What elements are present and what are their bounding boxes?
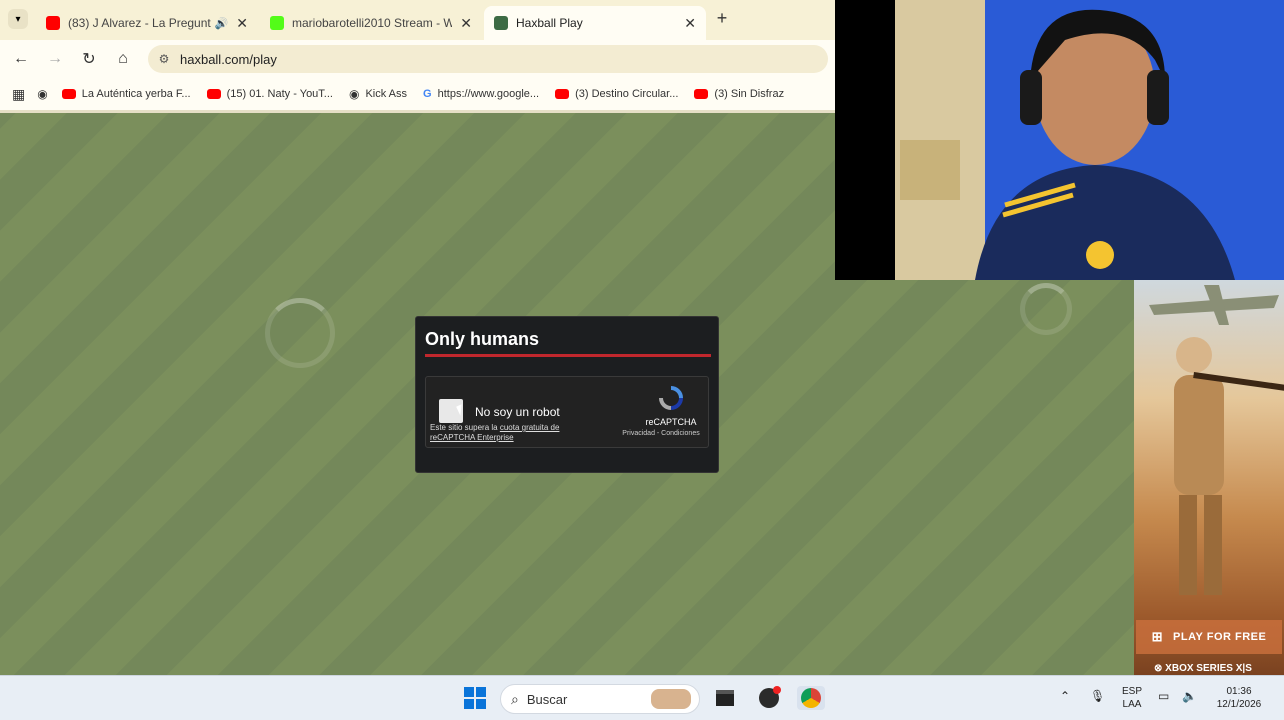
bookmark-item[interactable]: (3) Sin Disfraz (694, 88, 784, 100)
bookmark-item[interactable]: La Auténtica yerba F... (61, 88, 191, 100)
note-text: Este sitio supera la (430, 423, 498, 432)
xbox-logo-icon: ⊗ (1154, 663, 1163, 674)
youtube-icon (61, 89, 76, 99)
tab-youtube[interactable]: (83) J Alvarez - La Pregunta 🔊 ✕ (36, 6, 258, 40)
start-button-icon[interactable] (463, 686, 487, 710)
keyboard-layout: LAA (1122, 699, 1142, 710)
bookmark-label: (3) Sin Disfraz (714, 88, 785, 100)
tab-title: Haxball Play (516, 16, 583, 30)
ad-artwork (1149, 285, 1284, 595)
ad-button-label: PLAY FOR FREE (1173, 631, 1267, 643)
checkbox-label: No soy un robot (475, 405, 560, 419)
dialog-title: Only humans (425, 329, 540, 349)
taskbar-search-box[interactable]: ⌕ Buscar (500, 684, 700, 714)
network-icon[interactable]: ▭ (1158, 690, 1169, 703)
forward-icon[interactable]: → (38, 44, 72, 74)
bookmarks-bar: ▦ ◉ La Auténtica yerba F... (15) 01. Nat… (0, 78, 835, 110)
obs-icon[interactable] (757, 686, 781, 710)
loading-spinner (265, 298, 335, 368)
language-indicator[interactable]: ESP LAA (1118, 685, 1146, 711)
bookmark-label: Kick Ass (365, 88, 408, 100)
microphone-icon[interactable]: 🎙 (1090, 690, 1105, 703)
search-placeholder: Buscar (526, 691, 568, 707)
reload-icon[interactable]: ↻ (72, 44, 106, 74)
webcam-overlay (835, 0, 1284, 280)
bookmark-item[interactable]: Ghttps://www.google... (423, 88, 539, 100)
youtube-icon (46, 16, 60, 30)
new-tab-button[interactable]: + (712, 8, 732, 30)
speaker-icon[interactable]: 🔊 (215, 17, 229, 30)
title-underline (425, 354, 711, 357)
advertisement[interactable]: ⊞ PLAY FOR FREE ⊗ XBOX SERIES X|S (1134, 280, 1284, 675)
tab-title: mariobarotelli2010 Stream - W (292, 16, 453, 30)
bookmark-label: https://www.google... (437, 88, 540, 100)
captcha-note: Este sitio supera la cuota gratuita de r… (430, 423, 580, 443)
youtube-icon (694, 89, 709, 99)
webcam-video (895, 0, 1284, 280)
close-tab-icon[interactable]: ✕ (236, 15, 248, 32)
search-icon: ⌕ (511, 690, 519, 707)
bookmark-item[interactable]: (3) Destino Circular... (555, 88, 678, 100)
youtube-icon (555, 89, 570, 99)
recaptcha-links[interactable]: Privacidad - Condiciones (611, 430, 711, 437)
site-settings-icon[interactable]: ⚙ (148, 52, 180, 66)
windows-taskbar: ⌕ Buscar ⌃ 🎙 ESP LAA ▭ 🔈 01:36 12/1/2026 (0, 675, 1284, 720)
recaptcha-widget: No soy un robot Este sitio supera la cuo… (425, 376, 709, 448)
bookmark-label: (15) 01. Naty - YouT... (226, 88, 333, 100)
globe-icon[interactable]: ◉ (37, 87, 47, 101)
recaptcha-brand: reCAPTCHA (645, 417, 697, 427)
kick-icon (270, 16, 284, 30)
tab-haxball[interactable]: Haxball Play ✕ (484, 6, 706, 40)
browser-tab-bar: ▾ (83) J Alvarez - La Pregunta 🔊 ✕ mario… (0, 0, 835, 40)
close-tab-icon[interactable]: ✕ (460, 15, 472, 32)
file-explorer-icon[interactable] (713, 686, 737, 710)
search-highlight-icon (651, 689, 691, 709)
captcha-dialog: Only humans No soy un robot Este sitio s… (415, 316, 719, 473)
globe-icon: ◉ (348, 87, 360, 101)
language-code: ESP (1121, 686, 1142, 697)
chrome-icon[interactable] (797, 686, 825, 710)
google-icon: G (423, 88, 432, 100)
tab-list-chevron-icon[interactable]: ▾ (8, 9, 28, 29)
xbox-platform-text: XBOX SERIES X|S (1165, 663, 1252, 674)
close-tab-icon[interactable]: ✕ (684, 15, 696, 32)
bookmark-label: (3) Destino Circular... (575, 88, 679, 100)
clock-date: 12/1/2026 (1216, 699, 1262, 710)
windows-logo-icon: ⊞ (1151, 629, 1164, 644)
apps-grid-icon[interactable]: ▦ (12, 86, 25, 103)
recaptcha-logo-icon (659, 386, 683, 410)
youtube-icon (206, 89, 221, 99)
browser-toolbar: ← → ↻ ⌂ ⚙ haxball.com/play (0, 40, 835, 78)
tab-kick[interactable]: mariobarotelli2010 Stream - W ✕ (260, 6, 482, 40)
address-bar[interactable]: ⚙ haxball.com/play (148, 45, 828, 73)
url-text: haxball.com/play (180, 51, 277, 67)
show-hidden-icons-chevron-icon[interactable]: ⌃ (1060, 690, 1070, 703)
volume-icon[interactable]: 🔈 (1182, 690, 1197, 703)
xbox-platform-label: ⊗ XBOX SERIES X|S (1154, 663, 1252, 674)
back-icon[interactable]: ← (4, 44, 38, 74)
haxball-icon (494, 16, 508, 30)
play-for-free-button[interactable]: ⊞ PLAY FOR FREE (1136, 620, 1282, 654)
tab-title: (83) J Alvarez - La Pregunta (68, 16, 211, 30)
home-icon[interactable]: ⌂ (106, 44, 140, 74)
bookmark-item[interactable]: (15) 01. Naty - YouT... (206, 88, 333, 100)
clock-time: 01:36 (1226, 686, 1252, 697)
clock[interactable]: 01:36 12/1/2026 (1206, 685, 1272, 711)
bookmark-item[interactable]: ◉ Kick Ass (349, 87, 407, 101)
loading-spinner (1020, 283, 1072, 335)
bookmark-label: La Auténtica yerba F... (81, 88, 191, 100)
